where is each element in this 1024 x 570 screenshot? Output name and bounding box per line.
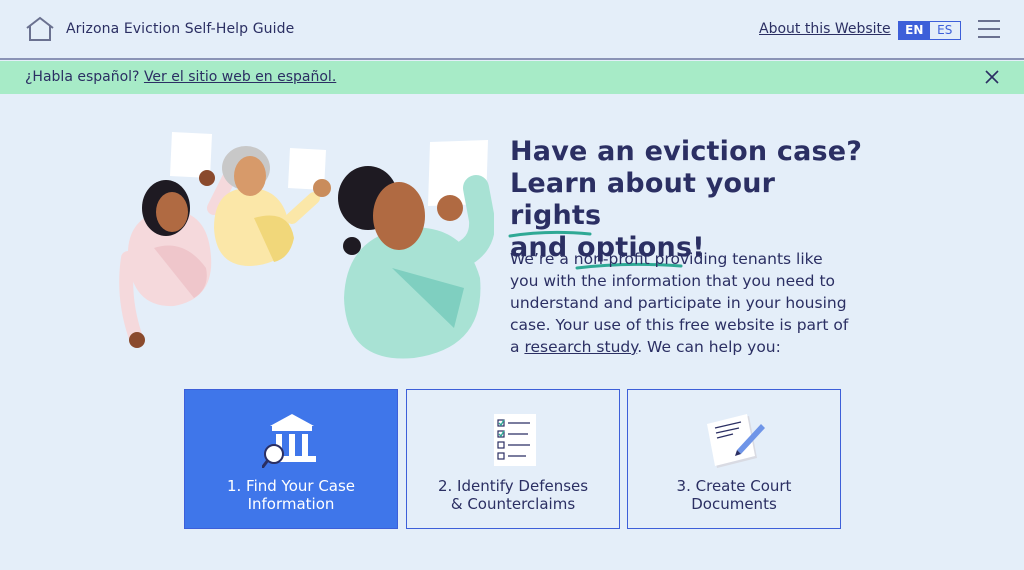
banner-prompt: ¿Habla español? xyxy=(25,69,140,85)
rights-text: rights xyxy=(510,200,602,231)
card-3-label: 3. Create Court Documents xyxy=(628,477,840,513)
heading-line-1: Have an eviction case? xyxy=(510,136,863,167)
site-title[interactable]: Arizona Eviction Self-Help Guide xyxy=(66,21,294,37)
card-3-line-1: 3. Create Court xyxy=(676,477,792,495)
spanish-site-link[interactable]: Ver el sitio web en español. xyxy=(144,69,336,85)
find-case-card[interactable]: 1. Find Your Case Information xyxy=(184,389,398,529)
document-pen-icon xyxy=(707,414,765,468)
home-icon[interactable] xyxy=(25,16,55,42)
card-3-line-2: Documents xyxy=(691,495,777,513)
site-header: Arizona Eviction Self-Help Guide About t… xyxy=(0,0,1024,60)
hero-heading: Have an eviction case? Learn about your … xyxy=(508,136,870,270)
identify-defenses-card[interactable]: 2. Identify Defenses & Counterclaims xyxy=(406,389,620,529)
hamburger-menu-icon[interactable] xyxy=(978,20,1000,40)
language-en-button[interactable]: EN xyxy=(899,22,930,39)
language-toggle: EN ES xyxy=(898,21,961,40)
about-website-link[interactable]: About this Website xyxy=(759,21,891,37)
card-2-line-2: & Counterclaims xyxy=(450,495,576,513)
close-icon[interactable] xyxy=(984,69,1000,85)
hero-description: We’re a non-profit providing tenants lik… xyxy=(510,248,850,358)
card-1-line-1: 1. Find Your Case xyxy=(226,477,356,495)
card-1-label: 1. Find Your Case Information xyxy=(185,477,397,513)
heading-line-2-text: Learn about your xyxy=(510,168,776,199)
spanish-banner: ¿Habla español? Ver el sitio web en espa… xyxy=(0,61,1024,94)
create-documents-card[interactable]: 3. Create Court Documents xyxy=(627,389,841,529)
research-study-link[interactable]: research study xyxy=(524,338,637,356)
tenants-illustration xyxy=(119,132,494,359)
heading-line-2: Learn about your rights xyxy=(508,168,870,238)
checklist-icon xyxy=(494,414,536,466)
card-1-line-2: Information xyxy=(247,495,335,513)
card-2-line-1: 2. Identify Defenses xyxy=(437,477,589,495)
hero-body-end: . We can help you: xyxy=(637,338,781,356)
courthouse-magnifier-icon xyxy=(262,414,316,468)
language-es-button[interactable]: ES xyxy=(929,22,960,39)
banner-text: ¿Habla español? Ver el sitio web en espa… xyxy=(25,69,336,85)
card-2-label: 2. Identify Defenses & Counterclaims xyxy=(407,477,619,513)
rights-emphasis: rights xyxy=(508,200,602,238)
